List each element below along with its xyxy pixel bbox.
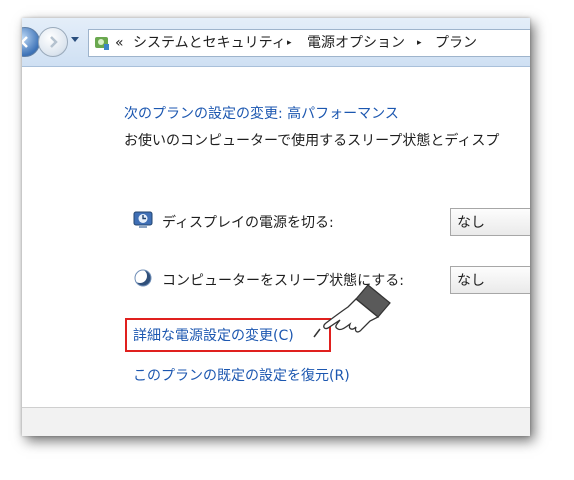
breadcrumb-separator-icon[interactable]: ▸ bbox=[417, 30, 422, 56]
plan-settings-panel: 次のプランの設定の変更: 高パフォーマンス お使いのコンピューターで使用するスリ… bbox=[22, 67, 530, 407]
breadcrumb-item-power-options[interactable]: 電源オプション bbox=[307, 30, 405, 56]
restore-defaults-link[interactable]: このプランの既定の設定を復元(R) bbox=[133, 365, 350, 385]
sleep-select[interactable]: なし bbox=[450, 266, 530, 294]
page-title: 次のプランの設定の変更: 高パフォーマンス bbox=[124, 106, 399, 122]
forward-button[interactable] bbox=[38, 27, 68, 57]
overflow-chevron[interactable]: « bbox=[115, 30, 124, 56]
address-bar: « システムとセキュリティ ▸ 電源オプション ▸ プラン bbox=[22, 18, 530, 67]
sleep-moon-icon bbox=[133, 269, 152, 287]
bottom-strip bbox=[22, 408, 530, 436]
breadcrumb-separator-icon[interactable]: ▸ bbox=[287, 30, 292, 56]
back-arrow-icon bbox=[22, 36, 28, 48]
control-panel-icon bbox=[95, 37, 109, 50]
breadcrumb[interactable]: « システムとセキュリティ ▸ 電源オプション ▸ プラン bbox=[88, 29, 530, 57]
forward-arrow-icon bbox=[50, 36, 58, 48]
advanced-power-settings-link[interactable]: 詳細な電源設定の変更(C) bbox=[133, 325, 294, 345]
recent-pages-dropdown-icon[interactable] bbox=[70, 36, 80, 44]
display-off-select[interactable]: なし bbox=[450, 208, 530, 236]
plan-description: お使いのコンピューターで使用するスリープ状態とディスプ bbox=[124, 133, 500, 149]
breadcrumb-item-plan[interactable]: プラン bbox=[435, 30, 477, 56]
pointing-hand-icon bbox=[313, 284, 391, 338]
display-power-icon bbox=[133, 211, 153, 228]
window-frame: « システムとセキュリティ ▸ 電源オプション ▸ プラン 次のプランの設定の変… bbox=[22, 18, 530, 436]
display-off-label: ディスプレイの電源を切る: bbox=[162, 215, 334, 231]
breadcrumb-item-system-security[interactable]: システムとセキュリティ bbox=[133, 30, 286, 56]
